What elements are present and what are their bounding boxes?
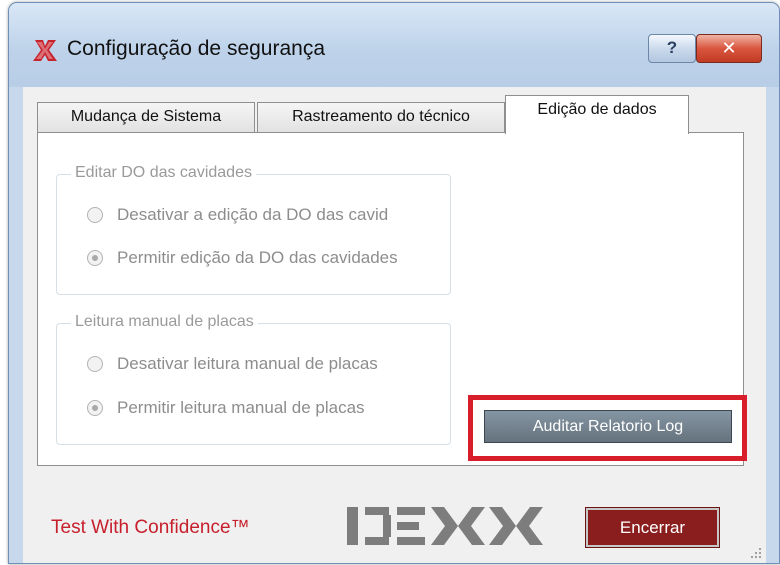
tab-label: Mudança de Sistema — [70, 108, 222, 125]
tab-rastreamento-do-tecnico[interactable]: Rastreamento do técnico — [257, 102, 505, 132]
radio-label: Desativar a edição da DO das cavid — [117, 205, 389, 224]
resize-grip-icon[interactable] — [750, 547, 762, 559]
title-bar[interactable]: Configuração de segurança ? ✕ — [9, 3, 779, 87]
group-editar-do-cavidades: Editar DO das cavidades Desativar a ediç… — [56, 164, 451, 295]
radio-button[interactable] — [87, 356, 103, 372]
radio-label: Permitir leitura manual de placas — [117, 398, 365, 417]
tab-mudanca-de-sistema[interactable]: Mudança de Sistema — [37, 102, 255, 132]
radio-button-selected[interactable] — [87, 250, 103, 266]
app-x-icon — [33, 40, 57, 61]
brand-tagline: Test With Confidence™ — [51, 517, 250, 538]
group-leitura-manual-placas: Leitura manual de placas Desativar leitu… — [56, 313, 451, 445]
tab-edicao-de-dados[interactable]: Edição de dados — [505, 95, 689, 134]
audit-button-highlight: Auditar Relatorio Log — [468, 395, 747, 461]
idexx-logo — [347, 503, 543, 554]
radio-button-selected[interactable] — [87, 400, 103, 416]
window-title: Configuração de segurança — [67, 37, 326, 60]
audit-log-button[interactable]: Auditar Relatorio Log — [484, 410, 732, 443]
idexx-logo-graphic — [347, 507, 543, 545]
window-client-area: Mudança de Sistema Rastreamento do técni… — [23, 87, 766, 563]
radio-label: Desativar leitura manual de placas — [117, 354, 378, 373]
tab-label: Edição de dados — [537, 101, 657, 118]
encerrar-button[interactable]: Encerrar — [585, 507, 720, 548]
radio-label: Permitir edição da DO das cavidades — [117, 248, 398, 267]
close-icon: ✕ — [721, 38, 737, 58]
close-window-button[interactable]: ✕ — [696, 34, 762, 63]
help-button[interactable]: ? — [648, 34, 696, 63]
group-title: Editar DO das cavidades — [71, 164, 256, 182]
security-config-window: Configuração de segurança ? ✕ Mudança de… — [8, 2, 780, 564]
group-title: Leitura manual de placas — [71, 313, 258, 331]
help-icon: ? — [666, 38, 678, 57]
tab-label: Rastreamento do técnico — [292, 108, 470, 125]
radio-button[interactable] — [87, 207, 103, 223]
